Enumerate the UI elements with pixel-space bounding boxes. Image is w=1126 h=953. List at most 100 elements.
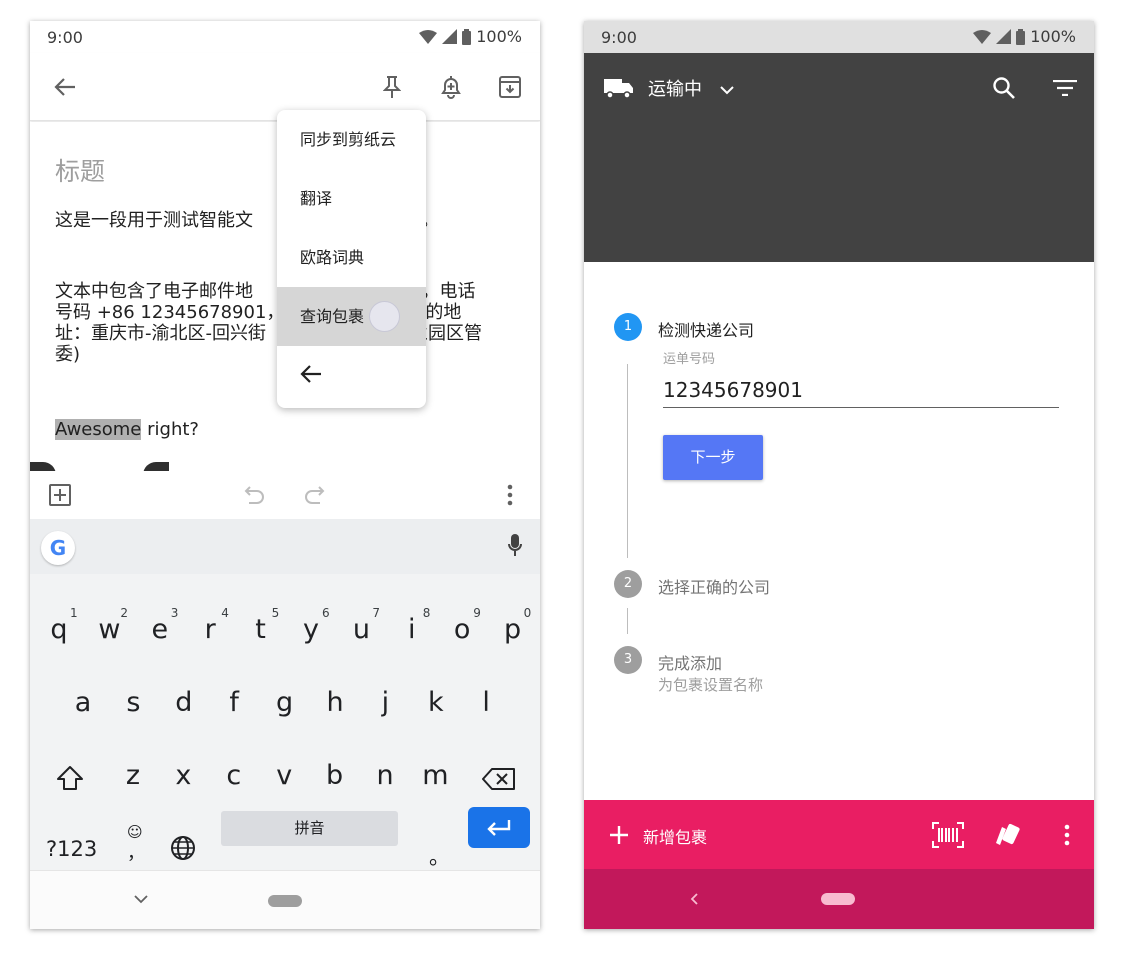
system-nav-bar [584,869,1094,929]
step-connector [627,364,628,558]
keyboard-suggestion-bar: G [30,519,540,574]
search-icon[interactable] [992,76,1016,100]
menu-item-track-package-label: 查询包裹 [300,307,365,326]
enter-icon [487,819,511,836]
google-logo-button[interactable]: G [41,531,75,565]
status-time: 9:00 [601,28,637,47]
battery-icon [1016,28,1026,45]
system-nav-bar [30,870,540,929]
app-bar: 运输中 [584,53,1094,262]
key-x[interactable]: x [163,760,203,791]
barcode-scan-icon[interactable] [932,822,964,848]
cards-icon[interactable] [993,821,1021,849]
filter-dropdown[interactable]: 运输中 [648,75,734,101]
note-line-4-text: 址：重庆市-渝北区-回兴街 [55,323,266,344]
key-o-hint: 9 [473,606,481,620]
step-3-label[interactable]: 完成添加 [658,650,722,674]
tracking-number-input[interactable]: 12345678901 [663,378,803,402]
signal-icon [996,29,1012,44]
key-g[interactable]: g [265,687,305,718]
step-3-circle: 3 [614,646,642,674]
key-t-hint: 5 [271,606,280,620]
keyboard: G q1w2e3r4t5y6u7i8o9p0asdfghjklzxcvbnm ?… [30,519,540,870]
key-c[interactable]: c [214,760,254,791]
key-n[interactable]: n [365,760,405,791]
bottom-app-bar: 新增包裹 [584,800,1094,869]
pin-button[interactable] [378,73,406,101]
menu-item-translate[interactable]: 翻译 [277,169,426,228]
selected-text[interactable]: Awesome [55,419,142,440]
shift-icon[interactable] [56,765,84,791]
add-box-icon[interactable] [48,483,72,507]
comma-key[interactable]: ， [127,839,145,865]
back-button[interactable] [51,73,79,101]
google-logo-text: G [49,536,67,560]
note-line-6: Awesome right? [55,419,199,440]
enter-key[interactable] [468,807,530,848]
step-2-label[interactable]: 选择正确的公司 [658,574,770,598]
status-icons: 100% [419,27,522,46]
key-s[interactable]: s [113,687,153,718]
menu-back-button[interactable] [277,346,426,405]
key-l[interactable]: l [466,687,506,718]
key-r-hint: 4 [221,606,229,620]
period-key[interactable]: 。 [429,841,450,871]
menu-item-track-package[interactable]: 查询包裹 [277,287,426,346]
home-pill[interactable] [268,895,302,907]
key-z[interactable]: z [113,760,153,791]
wifi-icon [973,29,992,44]
reminder-button[interactable] [437,73,465,101]
chevron-down-icon[interactable] [134,895,148,904]
right-phone: 9:00 100% 运输中 1 检测快递公司 运单号码 12345678901 … [584,21,1094,929]
globe-icon[interactable] [170,835,196,861]
key-d[interactable]: d [164,687,204,718]
plus-icon[interactable] [610,826,628,844]
pin-icon [383,76,401,98]
note-title-input[interactable]: 标题 [55,152,105,188]
status-bar: 9:00 100% [30,21,540,53]
more-vert-icon[interactable] [506,483,514,507]
filter-icon[interactable] [1053,80,1077,96]
archive-icon [499,76,521,98]
symbols-key[interactable]: ?123 [46,837,97,861]
backspace-icon[interactable] [482,767,516,791]
arrow-left-icon [54,78,75,96]
note-line-6-rest: right? [141,419,199,440]
note-line-3-text: 号码 +86 12345678901， [55,302,285,323]
add-package-button[interactable]: 新增包裹 [643,824,707,848]
key-v[interactable]: v [264,760,304,791]
signal-icon [442,29,458,44]
touch-ripple [369,301,400,332]
key-m[interactable]: m [415,760,455,791]
battery-level: 100% [1030,27,1076,46]
note-line-2-text: 文本中包含了电子邮件地 [55,281,253,302]
more-vert-icon[interactable] [1063,823,1071,847]
back-nav-icon[interactable] [690,893,698,905]
key-f[interactable]: f [214,687,254,718]
key-w-hint: 2 [120,606,129,620]
text-context-menu: 同步到剪纸云 翻译 欧路词典 查询包裹 [277,110,426,408]
next-button[interactable]: 下一步 [663,435,763,480]
space-key[interactable]: 拼音 [221,811,398,846]
key-p-hint: 0 [523,606,532,620]
key-b[interactable]: b [315,760,355,791]
undo-icon[interactable] [244,485,266,505]
step-1-label[interactable]: 检测快递公司 [658,317,754,341]
key-h[interactable]: h [315,687,355,718]
mic-icon[interactable] [508,534,522,558]
key-k[interactable]: k [416,687,456,718]
add-package-stepper: 1 检测快递公司 运单号码 12345678901 下一步 2 选择正确的公司 … [584,262,1094,800]
step-1-circle: 1 [614,313,642,341]
key-j[interactable]: j [365,687,405,718]
arrow-left-icon [300,365,321,383]
menu-item-sync[interactable]: 同步到剪纸云 [277,110,426,169]
status-bar: 9:00 100% [584,21,1094,53]
key-a[interactable]: a [63,687,103,718]
archive-button[interactable] [496,73,524,101]
home-pill[interactable] [821,893,855,905]
app-bar-title: 运输中 [648,79,702,100]
menu-item-dictionary[interactable]: 欧路词典 [277,228,426,287]
redo-icon[interactable] [303,485,325,505]
status-time: 9:00 [47,28,83,47]
wifi-icon [419,29,438,44]
